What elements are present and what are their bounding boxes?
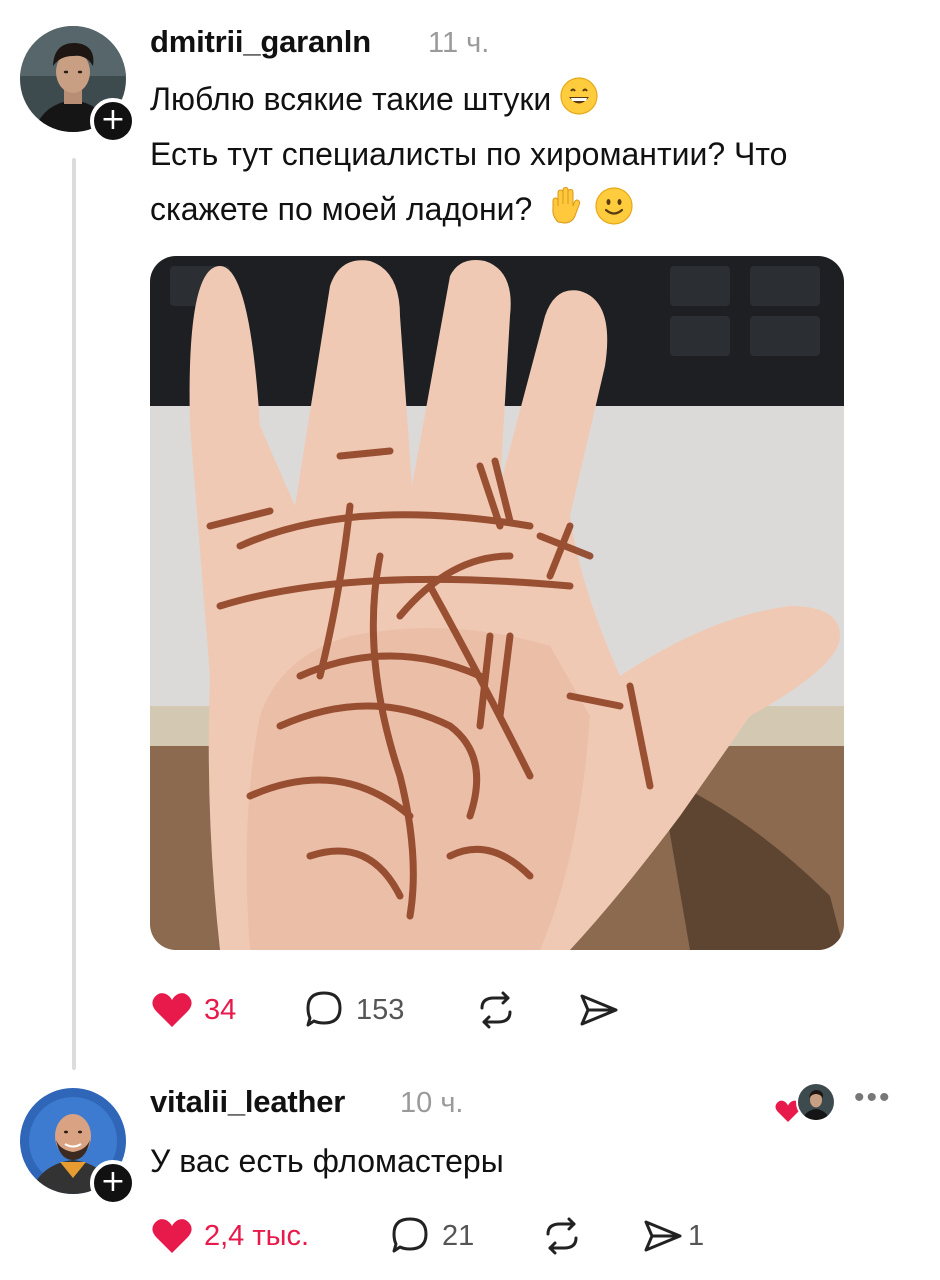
post-text-line: Люблю всякие такие штуки <box>150 72 787 127</box>
like-count: 34 <box>204 993 237 1026</box>
post-text-line-2: Есть тут специалисты по хиромантии? Что <box>150 136 788 172</box>
reply-comment-count: 21 <box>442 1219 475 1252</box>
reply-repost-button[interactable] <box>540 1214 584 1258</box>
post-text-line-3: скажете по моей ладони? <box>150 191 533 227</box>
reply-timestamp: 10 ч. <box>400 1087 464 1119</box>
post-text-line: скажете по моей ладони? <box>150 182 787 237</box>
share-icon <box>576 988 620 1032</box>
repost-icon <box>540 1214 584 1258</box>
more-options-button[interactable]: ••• <box>854 1083 892 1113</box>
repost-icon <box>474 988 518 1032</box>
reply-follow-plus-button[interactable]: + <box>90 1160 136 1206</box>
comment-button[interactable]: 153 <box>302 988 404 1032</box>
speech-bubble-icon <box>388 1214 432 1258</box>
speech-bubble-icon <box>302 988 346 1032</box>
author-reaction-avatar <box>796 1082 836 1122</box>
repost-button[interactable] <box>474 988 518 1032</box>
reply-body: У вас есть фломастеры <box>150 1143 504 1179</box>
heart-filled-icon <box>150 988 194 1032</box>
follow-plus-button[interactable]: + <box>90 98 136 144</box>
share-icon <box>640 1214 684 1258</box>
slightly-smiling-face-emoji-icon <box>594 186 634 226</box>
comment-count: 153 <box>356 993 405 1026</box>
reply-share-count: 1 <box>688 1219 705 1252</box>
like-button[interactable]: 34 <box>150 988 236 1032</box>
reply-like-button[interactable]: 2,4 тыс. <box>150 1214 309 1258</box>
reply-comment-button[interactable]: 21 <box>388 1214 474 1258</box>
reply-share-button[interactable]: 1 <box>640 1214 704 1258</box>
grinning-face-emoji-icon <box>559 76 599 116</box>
heart-filled-icon <box>150 1214 194 1258</box>
post-text-line-1: Люблю всякие такие штуки <box>150 81 552 117</box>
reply-username[interactable]: vitalii_leather <box>150 1084 345 1120</box>
reply-like-count: 2,4 тыс. <box>204 1219 310 1252</box>
post-photo-palm[interactable] <box>150 256 844 950</box>
raised-hand-emoji-icon <box>546 186 586 226</box>
share-button[interactable] <box>576 988 620 1032</box>
post-timestamp: 11 ч. <box>428 27 490 59</box>
post-username[interactable]: dmitrii_garanln <box>150 24 371 60</box>
thread-connector-line <box>72 158 76 1070</box>
post-body: Люблю всякие такие штуки Есть тут специа… <box>150 72 787 237</box>
